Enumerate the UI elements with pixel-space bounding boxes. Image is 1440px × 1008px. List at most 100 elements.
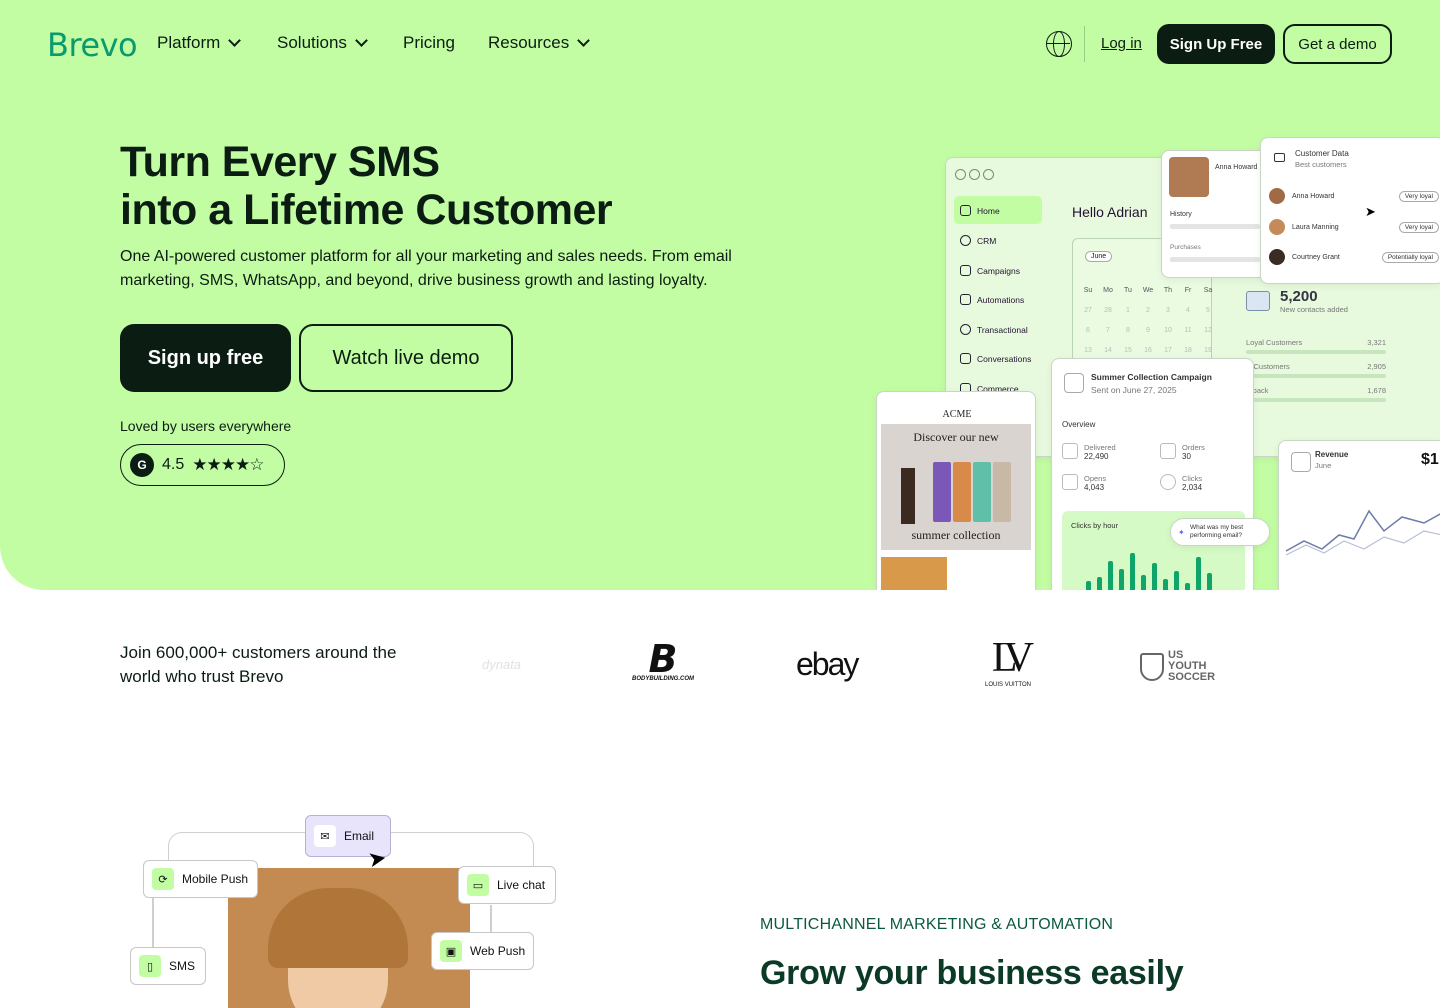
greeting-text: Hello Adrian [1072,204,1148,220]
signup-free-button[interactable]: Sign up free [120,324,291,392]
segment-value: 1,678 [1367,386,1386,395]
stat-opens: Opens 4,043 [1062,474,1106,492]
stat-value: 2,034 [1182,483,1203,492]
people-icon [1274,153,1285,162]
window-controls-icon [955,167,997,185]
sidebar-item-crm: CRM [960,235,996,246]
brevo-logo[interactable]: Brevo [47,26,138,64]
segment-label: Loyal Customers [1246,338,1303,347]
mail-icon [1246,291,1270,311]
overview-label: Overview [1062,420,1096,429]
sidebar-label: Home [977,205,1000,216]
weekday-label: We [1142,287,1154,294]
click-bar [1119,569,1124,590]
dynata-logo: dynata [482,657,522,672]
get-demo-button[interactable]: Get a demo [1283,24,1392,64]
rating-badge[interactable]: G 4.5 ★★★★☆ [120,444,285,486]
stat-value: 22,490 [1084,452,1109,461]
hero-title: Turn Every SMS into a Lifetime Customer [120,138,613,234]
stat-label: Clicks [1182,474,1202,483]
customer-row: Courtney Grant Potentially loyal [1269,249,1439,265]
globe-icon[interactable] [1046,31,1072,57]
channel-sms[interactable]: ▯ SMS [130,947,206,985]
contact-purchases-label: Purchases [1170,244,1201,251]
history-bar [1170,224,1260,229]
open-mail-icon [1062,474,1078,490]
login-link[interactable]: Log in [1101,35,1142,52]
hero-section: Brevo Platform Solutions Pricing Resourc… [0,0,1440,590]
contact-card: Anna Howard History Purchases [1161,150,1272,278]
sidebar-label: Automations [977,294,1025,305]
customer-data-title: Customer Data [1295,149,1349,158]
stat-value: 4,043 [1084,483,1105,492]
channel-live-chat[interactable]: ▭ Live chat [458,866,556,904]
chat-icon: ▭ [467,874,489,896]
segment-value: 3,321 [1367,338,1386,347]
sidebar-item-home: Home [960,205,1000,216]
sidebar-item-transactional: Transactional [960,324,1028,335]
hero-title-line1: Turn Every SMS [120,138,440,186]
nav-pricing[interactable]: Pricing [403,33,455,53]
product-image [973,462,991,522]
channel-label: Live chat [497,878,546,892]
lv-wordmark: LOUIS VUITTON [985,682,1031,688]
channel-label: Web Push [470,944,526,958]
calendar-day: 16 [1144,347,1152,354]
customer-row: Laura Manning Very loyal [1269,219,1439,235]
nav-platform[interactable]: Platform [157,33,242,53]
ebay-logo: ebay [796,646,859,682]
refresh-icon [960,324,971,335]
contact-history-label: History [1170,211,1192,218]
segment-value: 2,905 [1367,362,1386,371]
chevron-down-icon [228,34,242,47]
calendar-day: 3 [1166,307,1170,314]
loyalty-badge: Very loyal [1398,221,1439,233]
calendar-day: 5 [1206,307,1210,314]
channel-mobile-push[interactable]: ⟳ Mobile Push [143,860,258,898]
purchases-bar [1170,257,1260,262]
section-title: Grow your business easily [760,954,1184,992]
channel-label: SMS [169,959,196,973]
customer-data-subtitle: Best customers [1295,160,1347,169]
flow-connector [152,895,154,955]
calendar-day: 14 [1104,347,1112,354]
calendar-day: 4 [1186,307,1190,314]
sidebar-item-conversations: Conversations [960,353,1031,364]
customer-name: Anna Howard [1292,192,1335,200]
channel-web-push[interactable]: ▣ Web Push [431,932,534,970]
calendar-day: 7 [1106,327,1110,334]
weekday-label: Th [1163,287,1173,294]
watch-demo-button[interactable]: Watch live demo [299,324,513,392]
customer-row: Anna Howard Very loyal [1269,188,1439,204]
revenue-card: Revenue June $1 [1278,440,1440,590]
product-image [933,462,951,522]
customer-name: Laura Manning [1292,223,1339,231]
sidebar-label: Campaigns [977,265,1020,276]
mail-icon [1064,373,1084,393]
nav-resources[interactable]: Resources [488,33,591,53]
chat-icon [960,353,971,364]
nav-platform-label: Platform [157,33,221,52]
weekday-label: Mo [1103,287,1113,294]
contact-name: Anna Howard [1215,164,1258,171]
revenue-value: $1 [1421,451,1439,468]
channel-label: Mobile Push [182,872,249,886]
calendar-day: 1 [1126,307,1130,314]
bodybuilding-logo: B BODYBUILDING.COM [624,637,702,682]
sidebar-label: Conversations [977,353,1032,364]
calendar-day: 9 [1146,327,1150,334]
loyalty-badge: Very loyal [1398,190,1439,202]
home-icon [960,205,971,216]
nav-solutions[interactable]: Solutions [277,33,368,53]
signup-button[interactable]: Sign Up Free [1157,24,1275,64]
calendar-day: 2 [1146,307,1150,314]
product-image [993,462,1011,522]
stat-delivered: Delivered 22,490 [1062,443,1116,461]
bodybuilding-wordmark: BODYBUILDING.COM [632,676,694,682]
flow-connector [490,905,492,935]
email-preview-card: ACME Discover our new summer collection [876,391,1036,590]
crm-icon [960,235,971,246]
calendar-day: 28 [1104,307,1112,314]
chart-icon [1291,452,1311,472]
bodybuilding-mark-icon: B [648,637,678,681]
